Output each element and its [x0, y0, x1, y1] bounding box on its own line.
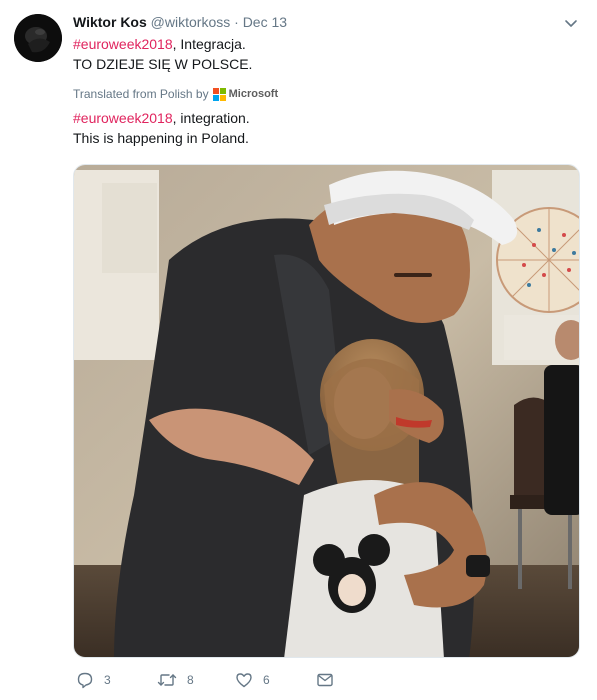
translated-line1-rest: , integration.: [172, 110, 250, 126]
avatar[interactable]: [14, 14, 62, 62]
separator-dot: ·: [234, 14, 239, 30]
tweet-text: #euroweek2018, Integracja. TO DZIEJE SIĘ…: [73, 34, 252, 74]
author-name[interactable]: Wiktor Kos: [73, 14, 147, 30]
reply-button[interactable]: 3: [76, 668, 111, 692]
tweet-photo[interactable]: [73, 164, 580, 658]
like-count: 6: [263, 673, 270, 687]
translator-name[interactable]: Microsoft: [229, 86, 279, 102]
translation-attribution: Translated from Polish by Microsoft: [73, 86, 278, 102]
tweet-line1-rest: , Integracja.: [172, 36, 246, 52]
translated-text: #euroweek2018, integration. This is happ…: [73, 108, 250, 148]
tweet-date[interactable]: Dec 13: [243, 14, 287, 30]
tweet-actions: 3 8 6: [73, 668, 373, 692]
author-handle[interactable]: @wiktorkoss: [151, 14, 231, 30]
photo-image: [74, 165, 579, 657]
tweet-header: Wiktor Kos @wiktorkoss · Dec 13: [73, 12, 287, 32]
heart-icon: [236, 673, 252, 688]
tweet-line2: TO DZIEJE SIĘ W POLSCE.: [73, 56, 253, 72]
retweet-button[interactable]: 8: [157, 668, 194, 692]
translated-label: Translated from Polish by: [73, 87, 209, 101]
chevron-down-icon[interactable]: [562, 14, 580, 32]
reply-icon: [77, 672, 93, 689]
tweet-card[interactable]: Wiktor Kos @wiktorkoss · Dec 13 #eurowee…: [0, 0, 597, 700]
avatar-image: [14, 14, 62, 62]
translated-hashtag-link[interactable]: #euroweek2018: [73, 110, 173, 126]
translated-line2: This is happening in Poland.: [73, 130, 249, 146]
direct-message-button[interactable]: [316, 668, 344, 692]
envelope-icon: [317, 673, 333, 687]
microsoft-logo-icon: [212, 87, 226, 101]
retweet-icon: [157, 674, 177, 686]
like-button[interactable]: 6: [235, 668, 270, 692]
reply-count: 3: [104, 673, 111, 687]
retweet-count: 8: [187, 673, 194, 687]
hashtag-link[interactable]: #euroweek2018: [73, 36, 173, 52]
